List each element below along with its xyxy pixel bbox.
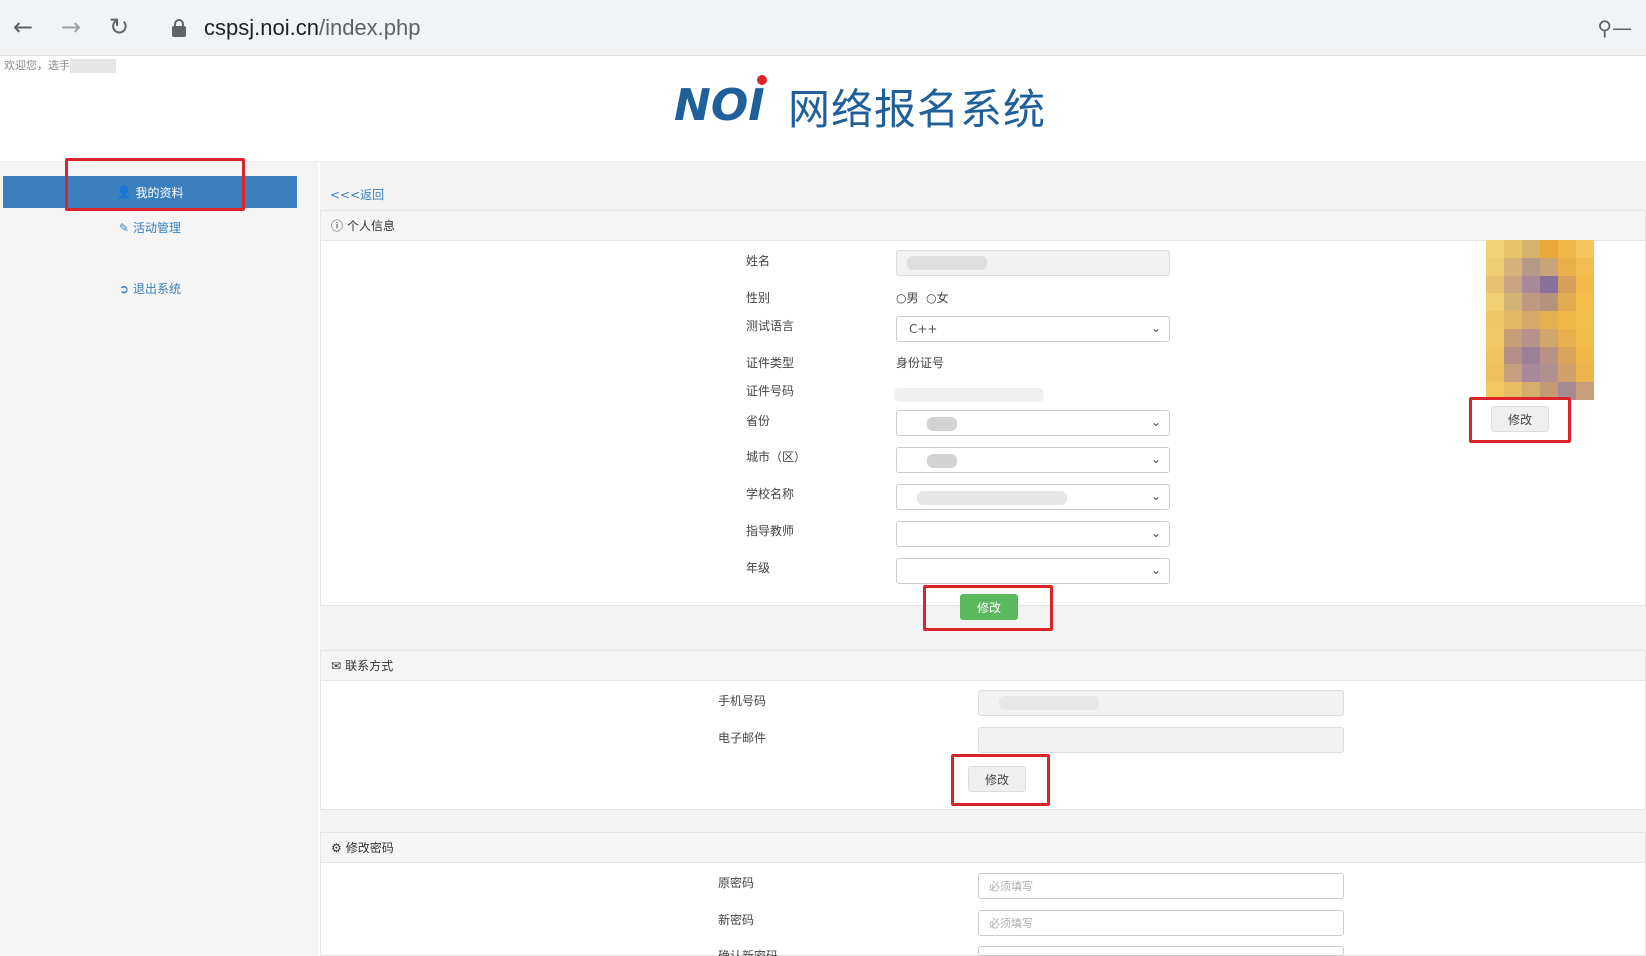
phone-field[interactable] <box>978 690 1344 716</box>
grade-select[interactable]: ⌄ <box>896 558 1170 584</box>
new-password-label: 新密码 <box>718 913 755 927</box>
gear-icon: ⚙ <box>331 840 342 855</box>
name-field[interactable] <box>896 250 1170 276</box>
radio-female[interactable]: ○ <box>926 291 936 305</box>
sidebar-item-label: 退出系统 <box>132 282 181 296</box>
redacted-value <box>927 454 957 468</box>
profile-photo <box>1486 240 1594 400</box>
forward-arrow-icon[interactable]: → <box>54 10 88 44</box>
confirm-password-label: 确认新密码 <box>718 949 779 956</box>
envelope-icon: ✉ <box>331 658 342 673</box>
city-label: 城市（区） <box>746 450 807 464</box>
logout-icon: ➲ <box>119 282 130 296</box>
back-link[interactable]: <<<返回 <box>330 186 384 203</box>
back-arrow-icon[interactable]: ← <box>6 10 40 44</box>
id-type-value: 身份证号 <box>896 356 945 370</box>
redacted-value <box>999 696 1099 710</box>
teacher-label: 指导教师 <box>746 524 795 538</box>
logo-text: NOI <box>674 80 765 130</box>
gender-radio-group: ○男 ○女 <box>896 289 949 306</box>
site-title: 网络报名系统 <box>788 85 1047 134</box>
redacted-value <box>927 417 957 431</box>
lang-select[interactable]: C++ ⌄ <box>896 316 1170 342</box>
chevron-down-icon: ⌄ <box>1150 415 1161 429</box>
edit-icon: ✎ <box>119 221 130 235</box>
id-number-redacted <box>894 388 1044 402</box>
old-password-label: 原密码 <box>718 876 755 890</box>
gender-male-label: 男 <box>906 291 919 305</box>
panel-title: 个人信息 <box>347 219 396 233</box>
url-text: cspsj.noi.cn/index.php <box>204 15 420 41</box>
chevron-down-icon: ⌄ <box>1150 526 1161 540</box>
redacted-value <box>907 256 987 270</box>
info-icon: ⓘ <box>331 219 344 233</box>
lang-value: C++ <box>909 322 938 336</box>
city-select[interactable]: ⌄ <box>896 447 1170 473</box>
chevron-down-icon: ⌄ <box>1150 489 1161 503</box>
email-label: 电子邮件 <box>718 731 767 745</box>
browser-toolbar: ← → ↻ cspsj.noi.cn/index.php ⚲— <box>0 0 1646 56</box>
gender-female-label: 女 <box>936 291 949 305</box>
noi-logo: NOI <box>674 75 767 130</box>
lang-label: 测试语言 <box>746 319 795 333</box>
redacted-value <box>917 491 1067 505</box>
panel-title: 修改密码 <box>345 841 394 855</box>
sidebar-item-logout[interactable]: ➲ 退出系统 <box>0 280 300 297</box>
school-label: 学校名称 <box>746 487 795 501</box>
province-label: 省份 <box>746 414 771 428</box>
url-host: cspsj.noi.cn <box>204 15 319 40</box>
new-password-input[interactable]: 必须填写 <box>978 910 1344 936</box>
reload-icon[interactable]: ↻ <box>102 10 136 44</box>
gender-label: 性别 <box>746 291 771 305</box>
province-select[interactable]: ⌄ <box>896 410 1170 436</box>
panel-header: ⚙ 修改密码 <box>321 833 1645 863</box>
name-label: 姓名 <box>746 254 771 268</box>
confirm-password-input[interactable] <box>978 946 1344 956</box>
chevron-down-icon: ⌄ <box>1150 563 1161 577</box>
teacher-select[interactable]: ⌄ <box>896 521 1170 547</box>
radio-male[interactable]: ○ <box>896 291 906 305</box>
sidebar: 👤 我的资料 ✎ 活动管理 ➲ 退出系统 <box>0 162 318 956</box>
lock-icon <box>172 19 186 37</box>
chevron-down-icon: ⌄ <box>1150 321 1161 335</box>
email-field[interactable] <box>978 727 1344 753</box>
grade-label: 年级 <box>746 561 771 575</box>
sidebar-item-label: 活动管理 <box>132 221 181 235</box>
chevron-down-icon: ⌄ <box>1150 452 1161 466</box>
address-bar[interactable]: cspsj.noi.cn/index.php <box>156 8 1596 48</box>
highlight-box <box>923 585 1053 631</box>
id-number-label: 证件号码 <box>746 384 795 398</box>
old-password-input[interactable]: 必须填写 <box>978 873 1344 899</box>
sidebar-item-activity[interactable]: ✎ 活动管理 <box>0 219 300 236</box>
highlight-box <box>951 754 1050 806</box>
url-path: /index.php <box>318 15 421 40</box>
highlight-box <box>65 158 245 211</box>
site-header: NOI 网络报名系统 <box>0 62 1646 162</box>
id-type-label: 证件类型 <box>746 356 795 370</box>
key-icon[interactable]: ⚲— <box>1597 16 1632 40</box>
panel-header: ✉ 联系方式 <box>321 651 1645 681</box>
phone-label: 手机号码 <box>718 694 767 708</box>
highlight-box <box>1469 397 1571 443</box>
school-select[interactable]: ⌄ <box>896 484 1170 510</box>
panel-header: ⓘ 个人信息 <box>321 211 1645 241</box>
panel-title: 联系方式 <box>345 659 394 673</box>
